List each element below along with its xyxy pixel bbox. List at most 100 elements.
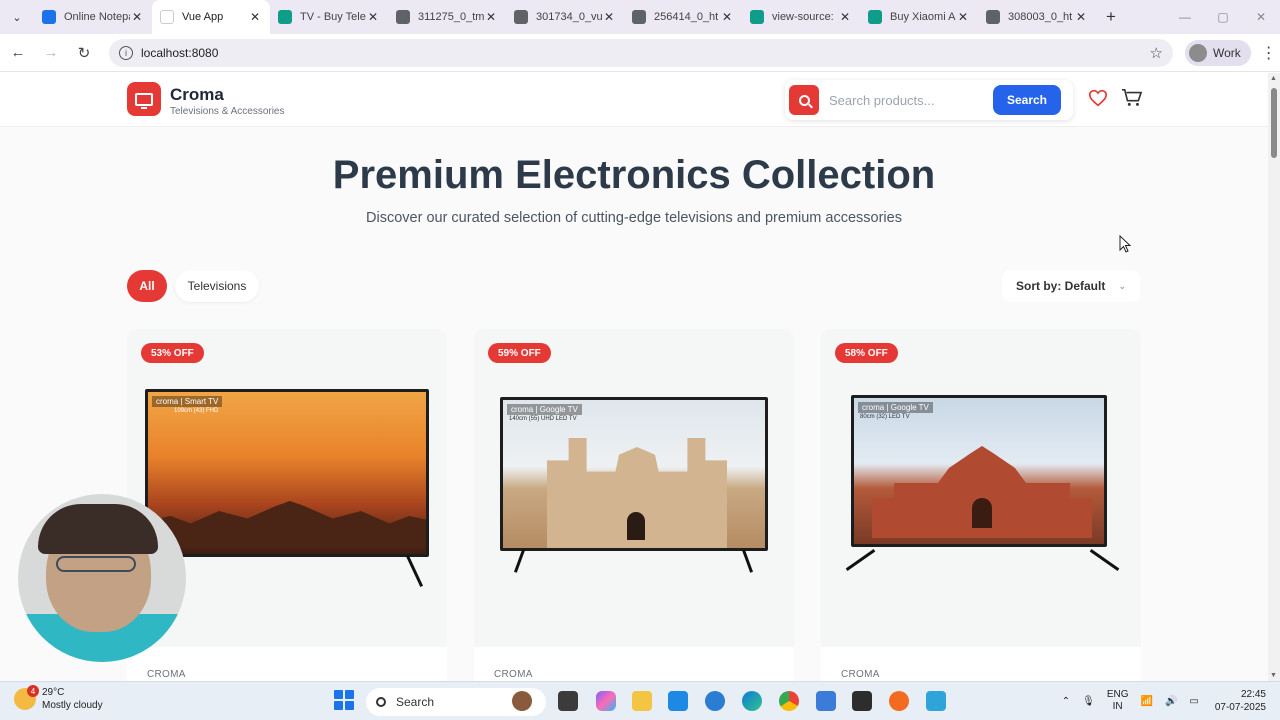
profile-button[interactable]: Work: [1185, 39, 1251, 66]
tab-favicon-icon: [278, 10, 292, 24]
snipping-tool-icon[interactable]: [926, 691, 946, 711]
weather-badge: 4: [27, 685, 39, 697]
clock[interactable]: 22:45 07-07-2025: [1215, 688, 1266, 714]
tab-label: Online Notepad: [64, 11, 130, 23]
browser-tab[interactable]: 311275_0_tm ✕: [388, 0, 506, 34]
page-title: Premium Electronics Collection: [332, 153, 936, 197]
scroll-up-arrow-icon[interactable]: ▲: [1270, 75, 1277, 82]
product-card[interactable]: croma | Google TV 140cm (55) UHD LED TV …: [474, 329, 794, 681]
chevron-down-icon: ⌄: [1118, 280, 1126, 291]
tab-search-menu[interactable]: ⌄: [0, 0, 34, 34]
date-text: 07-07-2025: [1214, 702, 1266, 713]
tv-logo-icon[interactable]: [127, 82, 161, 116]
tab-close-icon[interactable]: ✕: [1074, 10, 1088, 24]
file-explorer-icon[interactable]: [632, 691, 652, 711]
wishlist-heart-icon[interactable]: [1088, 89, 1108, 107]
page-viewport: Croma Televisions & Accessories Search P…: [0, 73, 1268, 681]
address-bar-row: ← → ↻ i localhost:8080 ☆ Work ⋮: [0, 34, 1280, 72]
tab-label: 301734_0_vu: [536, 11, 602, 23]
browser-tab[interactable]: 301734_0_vu ✕: [506, 0, 624, 34]
sort-dropdown[interactable]: Sort by: Default ⌄: [1002, 270, 1140, 302]
omnibox[interactable]: i localhost:8080 ☆: [109, 38, 1173, 67]
page-subtitle: Discover our curated selection of cuttin…: [366, 210, 902, 226]
tab-label: view-source:: [772, 11, 834, 23]
scrollbar-thumb[interactable]: [1271, 88, 1277, 158]
weather-widget[interactable]: 4 29°C Mostly cloudy: [14, 685, 103, 712]
browser-tab[interactable]: Online Notepad✕: [34, 0, 152, 34]
browser-tab[interactable]: 308003_0_ht ✕: [978, 0, 1096, 34]
brand-name[interactable]: Croma: [170, 85, 224, 105]
product-image[interactable]: croma | Google TV 140cm (55) UHD LED TV: [474, 329, 794, 647]
reload-button[interactable]: ↻: [69, 38, 99, 68]
tab-label: 308003_0_ht: [1008, 11, 1073, 23]
tab-close-icon[interactable]: ✕: [484, 10, 498, 24]
tab-close-icon[interactable]: ✕: [956, 10, 970, 24]
bookmark-star-icon[interactable]: ☆: [1150, 44, 1163, 62]
windows-start-icon[interactable]: [334, 690, 354, 710]
tab-close-icon[interactable]: ✕: [838, 10, 852, 24]
product-card[interactable]: croma | Google TV 80cm (32) LED TV 58% O…: [821, 329, 1141, 681]
browser-tab[interactable]: TV - Buy Televisions✕: [270, 0, 388, 34]
tab-favicon-icon: [396, 10, 410, 24]
tab-close-icon[interactable]: ✕: [720, 10, 734, 24]
search-input[interactable]: [829, 92, 989, 108]
language-indicator[interactable]: ENG IN: [1107, 689, 1129, 713]
tab-close-icon[interactable]: ✕: [248, 10, 262, 24]
taskbar-app-icon[interactable]: [512, 691, 532, 711]
product-brand: CROMA: [494, 669, 533, 680]
search-button[interactable]: Search: [993, 85, 1061, 115]
copilot-icon[interactable]: [596, 691, 616, 711]
notepad-icon[interactable]: [816, 691, 836, 711]
browser-tab[interactable]: Vue App ✕: [152, 0, 270, 34]
battery-icon[interactable]: ▭: [1189, 696, 1198, 707]
product-brand: CROMA: [147, 669, 186, 680]
filter-all-button[interactable]: All: [127, 270, 167, 302]
product-image[interactable]: croma | Google TV 80cm (32) LED TV: [821, 329, 1141, 647]
browser-tab[interactable]: 256414_0_ht ✕: [624, 0, 742, 34]
tab-label: 256414_0_ht: [654, 11, 719, 23]
search-bar: Search: [785, 80, 1073, 120]
edge-icon[interactable]: [742, 691, 762, 711]
browser-tab[interactable]: view-source: ✕: [742, 0, 860, 34]
minimize-button[interactable]: —: [1166, 0, 1204, 34]
browser-menu-icon[interactable]: ⋮: [1261, 43, 1277, 63]
tab-label: Vue App: [182, 11, 224, 23]
scroll-down-arrow-icon[interactable]: ▼: [1270, 672, 1277, 679]
terminal-icon[interactable]: [852, 691, 872, 711]
chrome-icon[interactable]: [779, 691, 799, 711]
task-view-icon[interactable]: [558, 691, 578, 711]
back-button[interactable]: ←: [3, 38, 33, 68]
wifi-icon[interactable]: 📶: [1140, 696, 1152, 707]
lang-bottom: IN: [1112, 701, 1123, 712]
discount-badge: 58% OFF: [835, 343, 898, 363]
site-info-icon[interactable]: i: [119, 45, 133, 60]
postman-icon[interactable]: [889, 691, 909, 711]
tv-screen-brand-text: croma | Google TV: [507, 404, 582, 415]
maximize-button[interactable]: ▢: [1204, 0, 1242, 34]
weather-temperature: 29°C: [42, 687, 65, 698]
tab-close-icon[interactable]: ✕: [130, 10, 144, 24]
new-tab-button[interactable]: +: [1096, 7, 1126, 27]
taskbar-search-label: Search: [396, 695, 435, 709]
tab-favicon-icon: [514, 10, 528, 24]
volume-icon[interactable]: 🔊: [1165, 696, 1177, 707]
todo-icon[interactable]: [705, 691, 725, 711]
tab-label: 311275_0_tm: [418, 11, 484, 23]
tab-close-icon[interactable]: ✕: [602, 10, 616, 24]
vscode-icon[interactable]: [668, 691, 688, 711]
filter-televisions-button[interactable]: Televisions: [175, 270, 259, 302]
profile-label: Work: [1213, 45, 1241, 60]
tab-close-icon[interactable]: ✕: [366, 10, 380, 24]
mouse-cursor-icon: [1119, 235, 1131, 253]
browser-tab[interactable]: Buy Xiaomi A ✕: [860, 0, 978, 34]
url-text[interactable]: localhost:8080: [141, 46, 1150, 60]
site-header: Croma Televisions & Accessories Search: [0, 73, 1268, 127]
forward-button[interactable]: →: [36, 38, 66, 68]
close-window-button[interactable]: ✕: [1242, 0, 1280, 34]
cart-icon[interactable]: [1121, 88, 1143, 108]
product-brand: CROMA: [841, 669, 880, 680]
page-scrollbar[interactable]: ▲ ▼: [1268, 73, 1280, 681]
microphone-icon[interactable]: 🎙: [1082, 696, 1095, 707]
profile-avatar: [1189, 43, 1207, 62]
tray-expand-icon[interactable]: ⌃: [1062, 696, 1070, 707]
